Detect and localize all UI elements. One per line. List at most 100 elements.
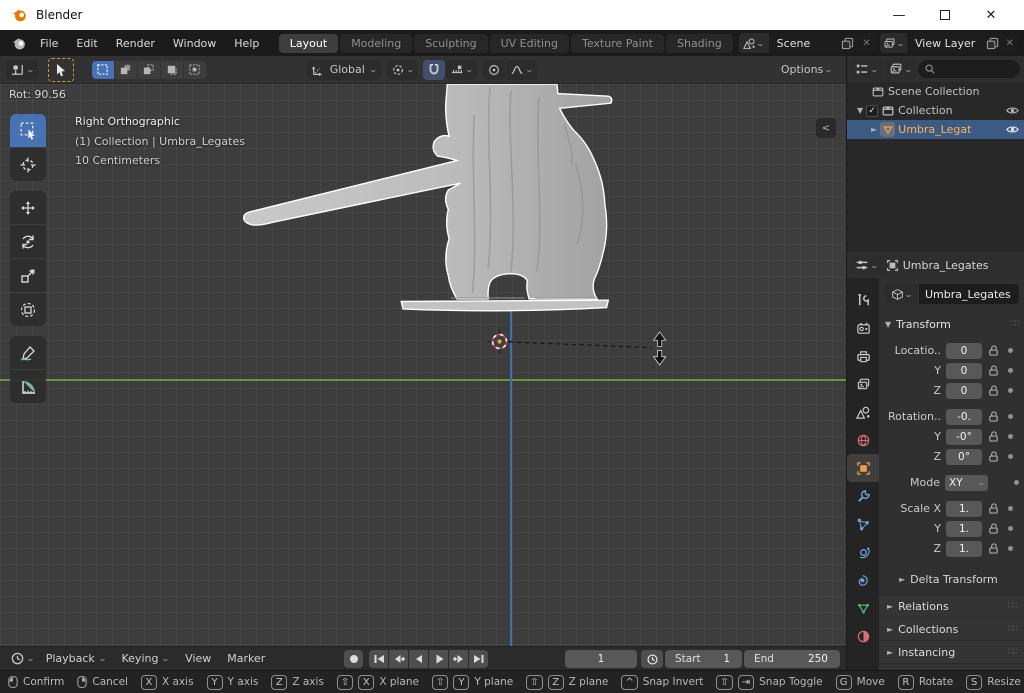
proportional-falloff-dropdown[interactable]: ⌄ <box>506 60 537 80</box>
options-dropdown[interactable]: Options ⌄ <box>777 60 836 80</box>
previous-keyframe-button[interactable] <box>389 650 408 668</box>
properties-editor-type-dropdown[interactable]: ⌄ <box>851 255 882 275</box>
lock-icon[interactable] <box>986 430 1001 443</box>
location-y-field[interactable]: 0 <box>946 363 982 379</box>
eye-visibility-icon[interactable] <box>1005 122 1020 137</box>
outliner-row-umbra-legates[interactable]: ► Umbra_Legat <box>847 120 1024 139</box>
outliner-row-collection[interactable]: ▼ ✓ Collection <box>847 101 1024 120</box>
next-keyframe-button[interactable] <box>449 650 468 668</box>
active-tool-indicator[interactable] <box>48 58 74 82</box>
tool-annotate[interactable] <box>10 336 46 369</box>
tab-object[interactable] <box>847 454 879 482</box>
animate-dot[interactable] <box>1014 480 1019 485</box>
pivot-point-dropdown[interactable]: ⌄ <box>387 60 418 80</box>
view-layer-new-button[interactable] <box>983 37 1001 50</box>
play-button[interactable] <box>429 650 448 668</box>
eye-visibility-icon[interactable] <box>1005 103 1020 118</box>
current-frame-field[interactable]: 1 <box>565 650 637 668</box>
timeline-editor-type-dropdown[interactable]: ⌄ <box>6 649 38 669</box>
animate-dot[interactable] <box>1008 454 1013 459</box>
tab-uv-editing[interactable]: UV Editing <box>490 34 569 53</box>
animate-dot[interactable] <box>1008 546 1013 551</box>
outliner-display-mode-dropdown[interactable]: ⌄ <box>851 59 882 79</box>
animate-dot[interactable] <box>1008 348 1013 353</box>
object-type-dropdown[interactable]: ⌄ <box>885 284 917 304</box>
view-layer-name[interactable]: View Layer <box>907 37 983 50</box>
outliner-search-input[interactable] <box>918 60 1020 78</box>
tab-render[interactable] <box>847 314 879 342</box>
tab-constraints[interactable] <box>847 510 879 538</box>
object-name-field[interactable]: Umbra_Legates <box>919 284 1019 304</box>
transform-orientation-dropdown[interactable]: Global ⌄ <box>307 60 381 80</box>
tab-view-layer[interactable] <box>847 370 879 398</box>
animate-dot[interactable] <box>1008 388 1013 393</box>
lock-icon[interactable] <box>986 450 1001 463</box>
rotation-y-field[interactable]: -0° <box>946 429 982 445</box>
scene-name[interactable]: Scene <box>769 37 838 50</box>
play-reverse-button[interactable] <box>409 650 428 668</box>
animate-dot[interactable] <box>1008 434 1013 439</box>
outliner-filter-dropdown[interactable]: ⌄ <box>885 59 916 79</box>
tab-scene[interactable] <box>847 398 879 426</box>
scale-z-field[interactable]: 1. <box>946 541 982 557</box>
menu-help[interactable]: Help <box>225 33 268 54</box>
menu-file[interactable]: File <box>31 33 67 54</box>
tab-material[interactable] <box>847 622 879 650</box>
scale-x-field[interactable]: 1. <box>946 501 982 517</box>
tool-box-select[interactable] <box>10 114 46 147</box>
animate-dot[interactable] <box>1008 506 1013 511</box>
instancing-panel[interactable]: ►Instancing ∷∷ <box>879 640 1024 663</box>
3d-viewport[interactable]: Rot: 90.56 Right Orthographic (1) Collec… <box>0 84 846 646</box>
view-layer-remove-button[interactable]: ✕ <box>1002 38 1018 49</box>
scale-y-field[interactable]: 1. <box>946 521 982 537</box>
minimize-button[interactable]: — <box>876 0 922 30</box>
lock-icon[interactable] <box>986 502 1001 515</box>
disclosure-triangle-icon[interactable]: ▼ <box>857 106 863 115</box>
blender-menu-icon[interactable] <box>10 35 27 52</box>
auto-keyframe-button[interactable] <box>344 650 363 668</box>
tab-shading[interactable]: Shading <box>666 34 733 53</box>
select-mode-intersect[interactable] <box>184 61 206 79</box>
lock-icon[interactable] <box>986 344 1001 357</box>
tool-rotate[interactable] <box>10 225 46 258</box>
tool-measure[interactable] <box>10 370 46 403</box>
menu-window[interactable]: Window <box>164 33 225 54</box>
snap-settings-dropdown[interactable]: ⌄ <box>446 60 477 80</box>
rotation-x-field[interactable]: -0. <box>946 409 982 425</box>
timeline-menu-playback[interactable]: Playback⌄ <box>38 652 114 665</box>
tool-scale[interactable] <box>10 259 46 292</box>
view-layer-browse-button[interactable]: ⌄ <box>880 33 907 53</box>
proportional-editing-button[interactable] <box>483 60 505 80</box>
scene-new-button[interactable] <box>838 37 858 50</box>
jump-to-start-button[interactable] <box>369 650 388 668</box>
use-preview-range-button[interactable] <box>641 650 663 668</box>
animate-dot[interactable] <box>1008 414 1013 419</box>
disclosure-triangle-icon[interactable]: ► <box>871 125 877 134</box>
maximize-button[interactable] <box>922 0 968 30</box>
collection-checkbox[interactable]: ✓ <box>866 105 878 117</box>
collections-panel[interactable]: ►Collections ∷∷ <box>879 617 1024 640</box>
sidebar-expand-toggle[interactable]: < <box>816 118 836 138</box>
tab-sculpting[interactable]: Sculpting <box>414 34 487 53</box>
rotation-z-field[interactable]: 0° <box>946 449 982 465</box>
tab-modeling[interactable]: Modeling <box>340 34 412 53</box>
relations-panel[interactable]: ►Relations ∷∷ <box>879 594 1024 617</box>
select-mode-invert[interactable] <box>161 61 183 79</box>
location-x-field[interactable]: 0 <box>946 343 982 359</box>
transform-panel-header[interactable]: ▼ Transform ∷∷ <box>885 314 1019 334</box>
rotation-mode-dropdown[interactable]: XY⌄ <box>945 475 988 491</box>
tab-layout[interactable]: Layout <box>279 34 338 53</box>
frame-start-field[interactable]: Start1 <box>665 650 742 668</box>
select-mode-new[interactable] <box>92 61 114 79</box>
timeline-menu-view[interactable]: View <box>177 652 219 665</box>
animate-dot[interactable] <box>1008 368 1013 373</box>
tab-world[interactable] <box>847 426 879 454</box>
jump-to-end-button[interactable] <box>469 650 488 668</box>
select-mode-extend[interactable] <box>115 61 137 79</box>
tab-object-data[interactable] <box>847 594 879 622</box>
tab-output[interactable] <box>847 342 879 370</box>
tab-physics[interactable] <box>847 538 879 566</box>
tool-transform[interactable] <box>10 293 46 326</box>
frame-end-field[interactable]: End250 <box>744 650 840 668</box>
editor-type-dropdown[interactable]: ⌄ <box>6 60 38 80</box>
